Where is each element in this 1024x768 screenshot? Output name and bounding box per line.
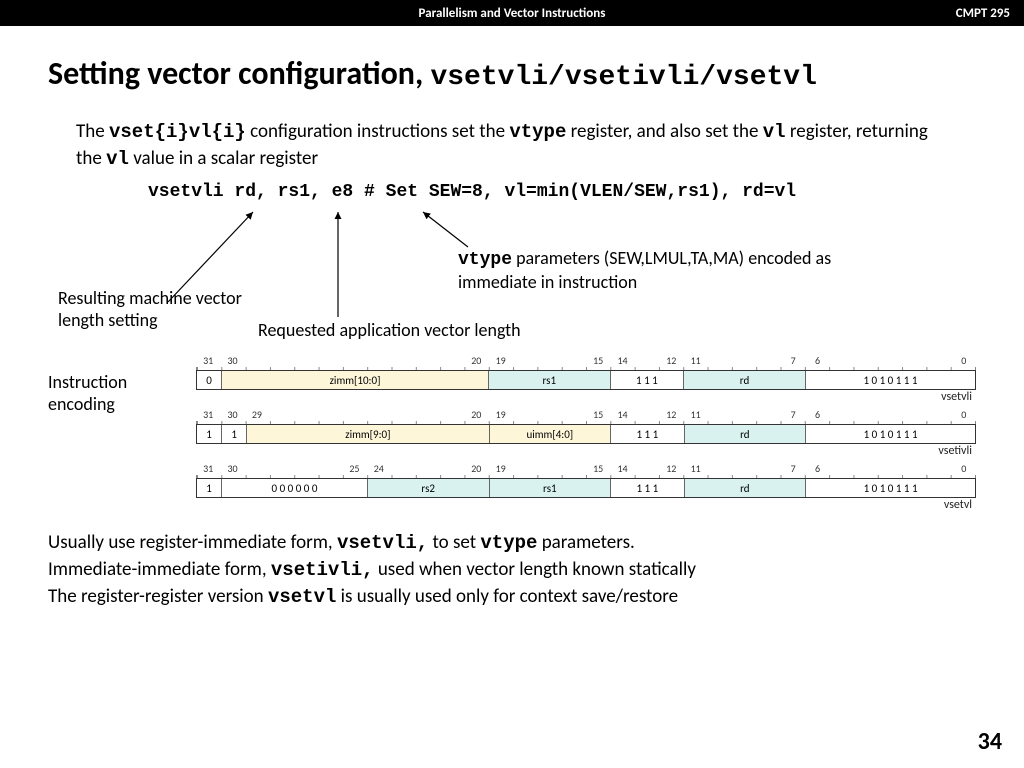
encoding-field: 1 0 1 0 1 1 1 — [806, 479, 975, 497]
encoding-field: 1 1 1 — [611, 371, 684, 389]
encoding-field: rd — [684, 371, 806, 389]
slide-title: Setting vector configuration, vsetvli/vs… — [48, 54, 976, 93]
encoding-field: rs1 — [489, 371, 611, 389]
encoding-field: 0 — [197, 371, 222, 389]
encoding-stack: 31302019151412117600zimm[10:0]rs11 1 1rd… — [196, 354, 976, 516]
encoding-field: 1 — [197, 479, 222, 497]
page-number: 34 — [978, 727, 1002, 756]
encoding-field: rs1 — [490, 479, 612, 497]
encoding-field: rd — [685, 479, 807, 497]
encoding-name: vsetvl — [196, 498, 976, 512]
encoding-field: zimm[9:0] — [247, 425, 489, 443]
encoding-field: rs2 — [368, 479, 490, 497]
encoding-name: vsetivli — [196, 444, 976, 458]
annot-rs1: Requested application vector length — [258, 320, 521, 342]
annot-e8: vtype parameters (SEW,LMUL,TA,MA) encode… — [458, 248, 858, 293]
header-course: CMPT 295 — [956, 6, 1010, 21]
encoding-row: 31302920191514121176011zimm[9:0]uimm[4:0… — [196, 408, 976, 458]
encoding-row: 3130252420191514121176010 0 0 0 0 0rs2rs… — [196, 462, 976, 512]
encoding-field: uimm[4:0] — [490, 425, 612, 443]
footer-text: Usually use register-immediate form, vse… — [48, 530, 976, 610]
encoding-field: 1 — [222, 425, 247, 443]
encoding-field: 1 1 1 — [611, 425, 684, 443]
encoding-field: rd — [685, 425, 807, 443]
encoding-field: 0 0 0 0 0 0 — [222, 479, 368, 497]
slide-body: Setting vector configuration, vsetvli/vs… — [0, 26, 1024, 768]
encoding-field: 1 — [197, 425, 222, 443]
encoding-field: 1 1 1 — [611, 479, 684, 497]
encoding-field: 1 0 1 0 1 1 1 — [806, 371, 975, 389]
intro-text: The vset{i}vl{i} configuration instructi… — [76, 119, 936, 172]
encoding-name: vsetvli — [196, 390, 976, 404]
encoding-field: 1 0 1 0 1 1 1 — [806, 425, 975, 443]
annotation-area: Resulting machine vector length setting … — [48, 202, 976, 352]
annot-rd: Resulting machine vector length setting — [58, 288, 258, 331]
encoding-field: zimm[10:0] — [222, 371, 489, 389]
title-mono: vsetvli/vsetivli/vsetvl — [430, 62, 816, 93]
title-prefix: Setting vector configuration, — [48, 54, 430, 93]
slide-header: Parallelism and Vector Instructions CMPT… — [0, 0, 1024, 26]
header-title: Parallelism and Vector Instructions — [419, 6, 606, 21]
code-example: vsetvli rd, rs1, e8 # Set SEW=8, vl=min(… — [148, 182, 976, 202]
